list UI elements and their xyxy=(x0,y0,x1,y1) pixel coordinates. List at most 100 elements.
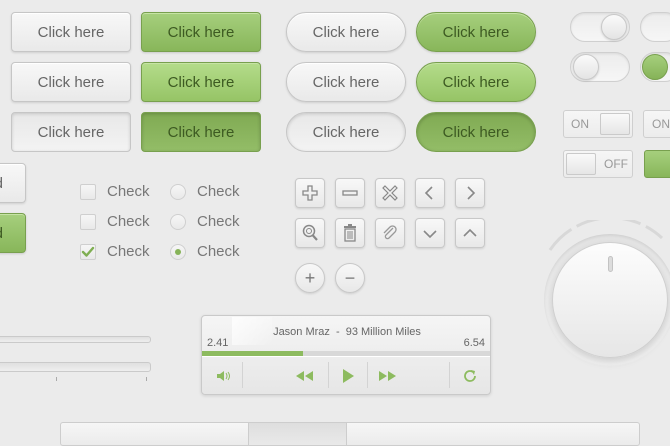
toggle-switch-4[interactable] xyxy=(640,52,670,82)
chevron-down-icon xyxy=(423,230,437,239)
search-button[interactable] xyxy=(295,218,325,248)
toggle-knob xyxy=(573,54,599,80)
next-button[interactable] xyxy=(455,178,485,208)
toggle-knob-green xyxy=(642,54,668,80)
radio-1[interactable] xyxy=(170,184,186,200)
green-square-button-3[interactable]: Click here xyxy=(141,112,261,152)
plus-icon xyxy=(302,185,318,201)
speaker-icon xyxy=(217,371,230,381)
radio-3-label: Check xyxy=(197,243,240,260)
fast-forward-icon xyxy=(379,371,396,381)
rewind-button[interactable] xyxy=(290,364,318,388)
chevron-left-icon xyxy=(424,186,433,200)
radio-group: Check Check Check xyxy=(170,182,260,262)
checkbox-3-label: Check xyxy=(107,243,150,260)
volume-knob[interactable] xyxy=(542,220,670,380)
track-separator: - xyxy=(335,326,340,338)
checkbox-group: Check Check Check xyxy=(80,182,170,262)
slider-tick xyxy=(146,377,147,381)
grey-square-button-3[interactable]: Click here xyxy=(11,112,131,152)
radio-2[interactable] xyxy=(170,214,186,230)
elapsed-time: 2.41 xyxy=(207,337,229,349)
repeat-button[interactable] xyxy=(456,364,484,388)
green-square-button-1[interactable]: Click here xyxy=(141,12,261,52)
collapse-button[interactable] xyxy=(455,218,485,248)
divider xyxy=(367,362,368,388)
circle-plus-button[interactable]: + xyxy=(295,263,325,293)
partial-green-button[interactable]: d xyxy=(0,213,26,253)
checkbox-1[interactable] xyxy=(80,184,96,200)
switch-on-label: ON xyxy=(571,117,589,131)
forward-button[interactable] xyxy=(374,364,402,388)
switch-off-label: OFF xyxy=(604,157,628,171)
play-button[interactable] xyxy=(334,364,362,388)
repeat-icon xyxy=(464,370,476,382)
search-icon xyxy=(302,224,318,241)
on-off-switch-2[interactable]: ON xyxy=(643,110,670,138)
close-icon xyxy=(382,185,398,201)
minus-icon: − xyxy=(344,267,356,288)
checkbox-2[interactable] xyxy=(80,214,96,230)
grey-square-button-2[interactable]: Click here xyxy=(11,62,131,102)
on-off-switch-3[interactable]: OFF xyxy=(563,150,633,178)
partial-grey-button[interactable]: d xyxy=(0,163,26,203)
on-off-switch-1[interactable]: ON xyxy=(563,110,633,138)
close-button[interactable] xyxy=(375,178,405,208)
segmented-control xyxy=(60,422,640,446)
green-pill-button-3[interactable]: Click here xyxy=(416,112,536,152)
divider xyxy=(242,362,243,388)
green-square-button-2[interactable]: Click here xyxy=(141,62,261,102)
circle-minus-button[interactable]: − xyxy=(335,263,365,293)
minus-button[interactable] xyxy=(335,178,365,208)
artist-name: Jason Mraz xyxy=(273,326,330,338)
rewind-icon xyxy=(296,371,313,381)
chevron-up-icon xyxy=(463,228,477,237)
switch-handle xyxy=(600,113,630,135)
slider-track-1[interactable] xyxy=(0,336,151,343)
toggle-switch-3[interactable] xyxy=(570,52,630,82)
switch-on-label-2: ON xyxy=(652,117,670,131)
slider-tick xyxy=(56,377,57,381)
grey-square-button-1[interactable]: Click here xyxy=(11,12,131,52)
radio-2-label: Check xyxy=(197,213,240,230)
play-icon xyxy=(343,369,354,383)
checkbox-3[interactable] xyxy=(80,244,96,260)
plus-button[interactable] xyxy=(295,178,325,208)
attach-button[interactable] xyxy=(375,218,405,248)
grey-pill-button-2[interactable]: Click here xyxy=(286,62,406,102)
radio-1-label: Check xyxy=(197,183,240,200)
checkmark-icon xyxy=(81,246,95,257)
slider-track-2[interactable] xyxy=(0,362,151,372)
toggle-switch-1[interactable] xyxy=(570,12,630,42)
total-time: 6.54 xyxy=(463,337,485,349)
chevron-right-icon xyxy=(467,186,476,200)
expand-button[interactable] xyxy=(415,218,445,248)
segment-active[interactable] xyxy=(248,423,347,445)
trash-icon xyxy=(344,224,356,242)
volume-button[interactable] xyxy=(210,364,238,388)
divider xyxy=(328,362,329,388)
checkbox-2-label: Check xyxy=(107,213,150,230)
toggle-switch-2[interactable] xyxy=(640,12,670,42)
controls-divider xyxy=(202,356,490,357)
checkbox-1-label: Check xyxy=(107,183,150,200)
green-pill-button-1[interactable]: Click here xyxy=(416,12,536,52)
paperclip-icon xyxy=(383,225,397,240)
radio-dot xyxy=(175,249,181,255)
grey-pill-button-3[interactable]: Click here xyxy=(286,112,406,152)
minus-icon xyxy=(342,190,358,196)
track-title: 93 Million Miles xyxy=(345,326,421,338)
grey-pill-button-1[interactable]: Click here xyxy=(286,12,406,52)
divider xyxy=(449,362,450,388)
previous-button[interactable] xyxy=(415,178,445,208)
toggle-knob xyxy=(601,14,627,40)
on-off-switch-4[interactable] xyxy=(644,150,670,178)
radio-3[interactable] xyxy=(170,244,186,260)
green-pill-button-2[interactable]: Click here xyxy=(416,62,536,102)
switch-handle xyxy=(566,153,596,175)
delete-button[interactable] xyxy=(335,218,365,248)
track-info: Jason Mraz - 93 Million Miles xyxy=(202,326,492,338)
knob-indicator xyxy=(608,256,613,272)
plus-icon: + xyxy=(304,267,316,288)
media-player: Jason Mraz - 93 Million Miles 2.41 6.54 xyxy=(201,315,491,395)
